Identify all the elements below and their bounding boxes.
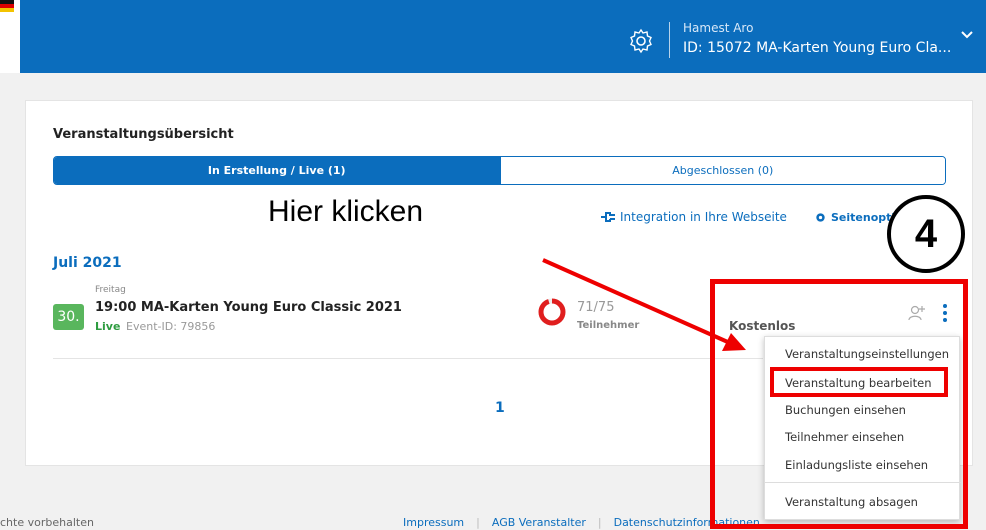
integration-link[interactable]: Integration in Ihre Webseite <box>600 210 787 224</box>
footer-link-imprint[interactable]: Impressum <box>403 516 464 529</box>
step-annotation: 4 <box>887 195 965 273</box>
tab-completed[interactable]: Abgeschlossen (0) <box>499 157 945 184</box>
event-day-badge: 30. <box>53 304 84 330</box>
integration-label: Integration in Ihre Webseite <box>620 210 787 224</box>
attendee-label: Teilnehmer <box>577 320 640 331</box>
attendance-ring <box>538 298 566 326</box>
annotation-frame <box>710 279 968 529</box>
annotation-hint: Hier klicken <box>268 195 424 228</box>
top-header <box>20 0 986 73</box>
row-divider <box>53 358 763 359</box>
attendee-count: 71/75 <box>577 300 615 315</box>
event-weekday: Freitag <box>95 285 126 295</box>
attendance-ring-fill <box>538 298 566 326</box>
pagination-page[interactable]: 1 <box>495 400 505 416</box>
footer-separator: | <box>476 516 480 529</box>
footer-links: Impressum | AGB Veranstalter | Datenschu… <box>403 516 763 529</box>
header-divider <box>669 22 670 58</box>
plug-icon <box>601 212 615 222</box>
footer-link-terms[interactable]: AGB Veranstalter <box>492 516 586 529</box>
tab-live[interactable]: In Erstellung / Live (1) <box>54 157 500 184</box>
current-event-line[interactable]: ID: 15072 MA-Karten Young Euro Cla... <box>683 40 958 56</box>
status-tabs: In Erstellung / Live (1) Abgeschlossen (… <box>53 156 946 185</box>
footer-separator: | <box>597 516 602 529</box>
event-id: Event-ID: 79856 <box>126 320 216 333</box>
month-heading: Juli 2021 <box>53 255 122 271</box>
header-left-edge <box>0 0 20 73</box>
chevron-down-icon[interactable] <box>961 30 973 40</box>
gear-small-icon <box>816 213 825 222</box>
gear-icon[interactable] <box>628 28 654 54</box>
flag-icon[interactable] <box>0 0 16 14</box>
footer-copyright: chte vorbehalten <box>0 516 94 529</box>
event-title[interactable]: 19:00 MA-Karten Young Euro Classic 2021 <box>95 300 402 315</box>
user-name[interactable]: Hamest Aro <box>683 21 753 35</box>
page-title: Veranstaltungsübersicht <box>53 127 234 142</box>
status-badge: Live <box>95 320 121 333</box>
